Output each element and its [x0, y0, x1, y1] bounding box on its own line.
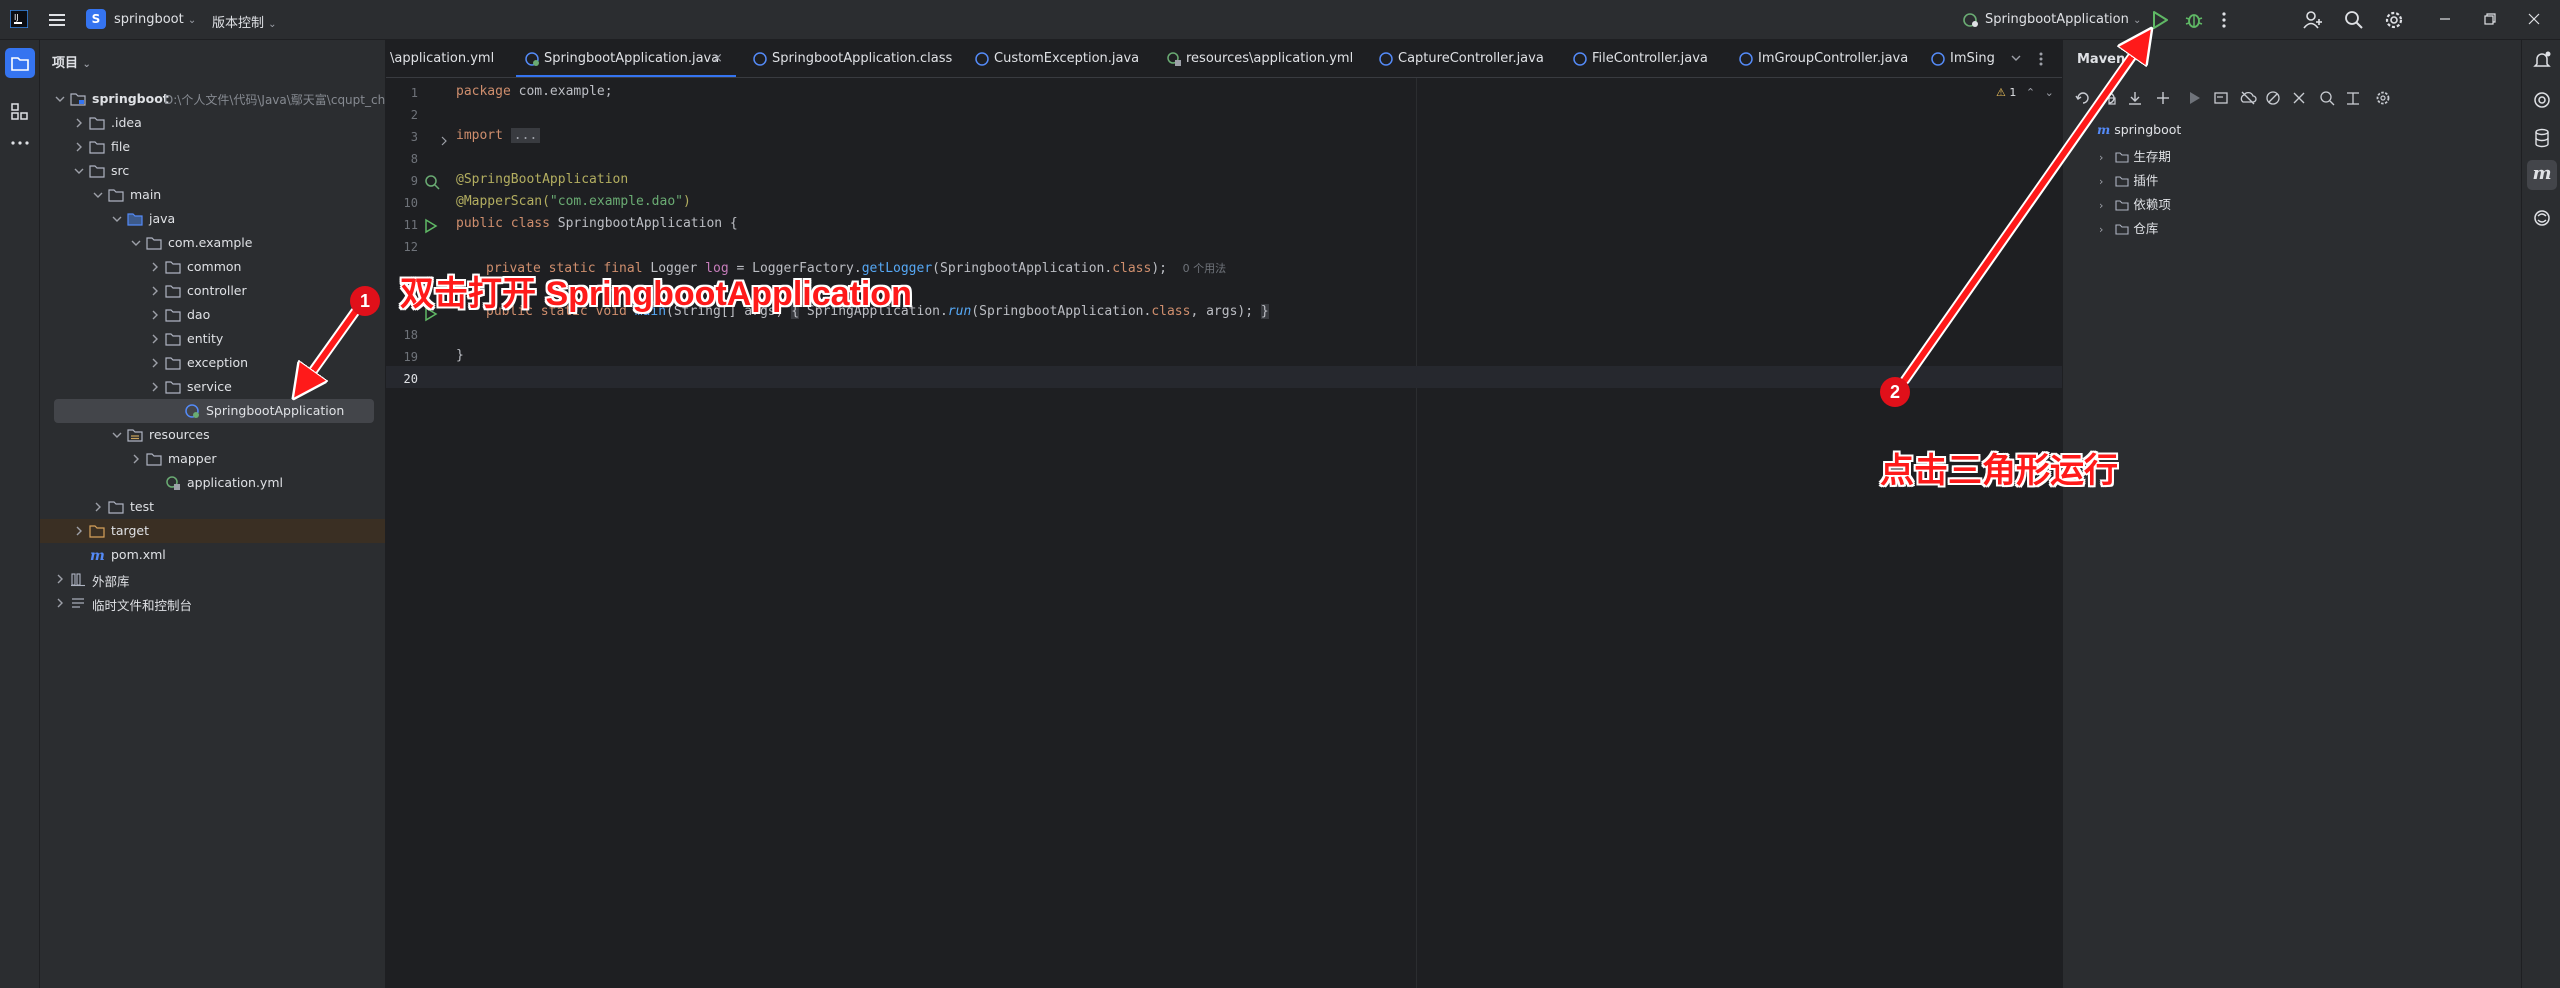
step-badge-1: 1: [350, 286, 380, 316]
step-badge-2: 2: [1880, 377, 1910, 407]
annotation-arrows: [0, 0, 2560, 988]
annotation-note-2: 点击三角形运行: [1880, 452, 2118, 490]
annotation-note-1: 双击打开 SpringbootApplication: [400, 275, 912, 313]
